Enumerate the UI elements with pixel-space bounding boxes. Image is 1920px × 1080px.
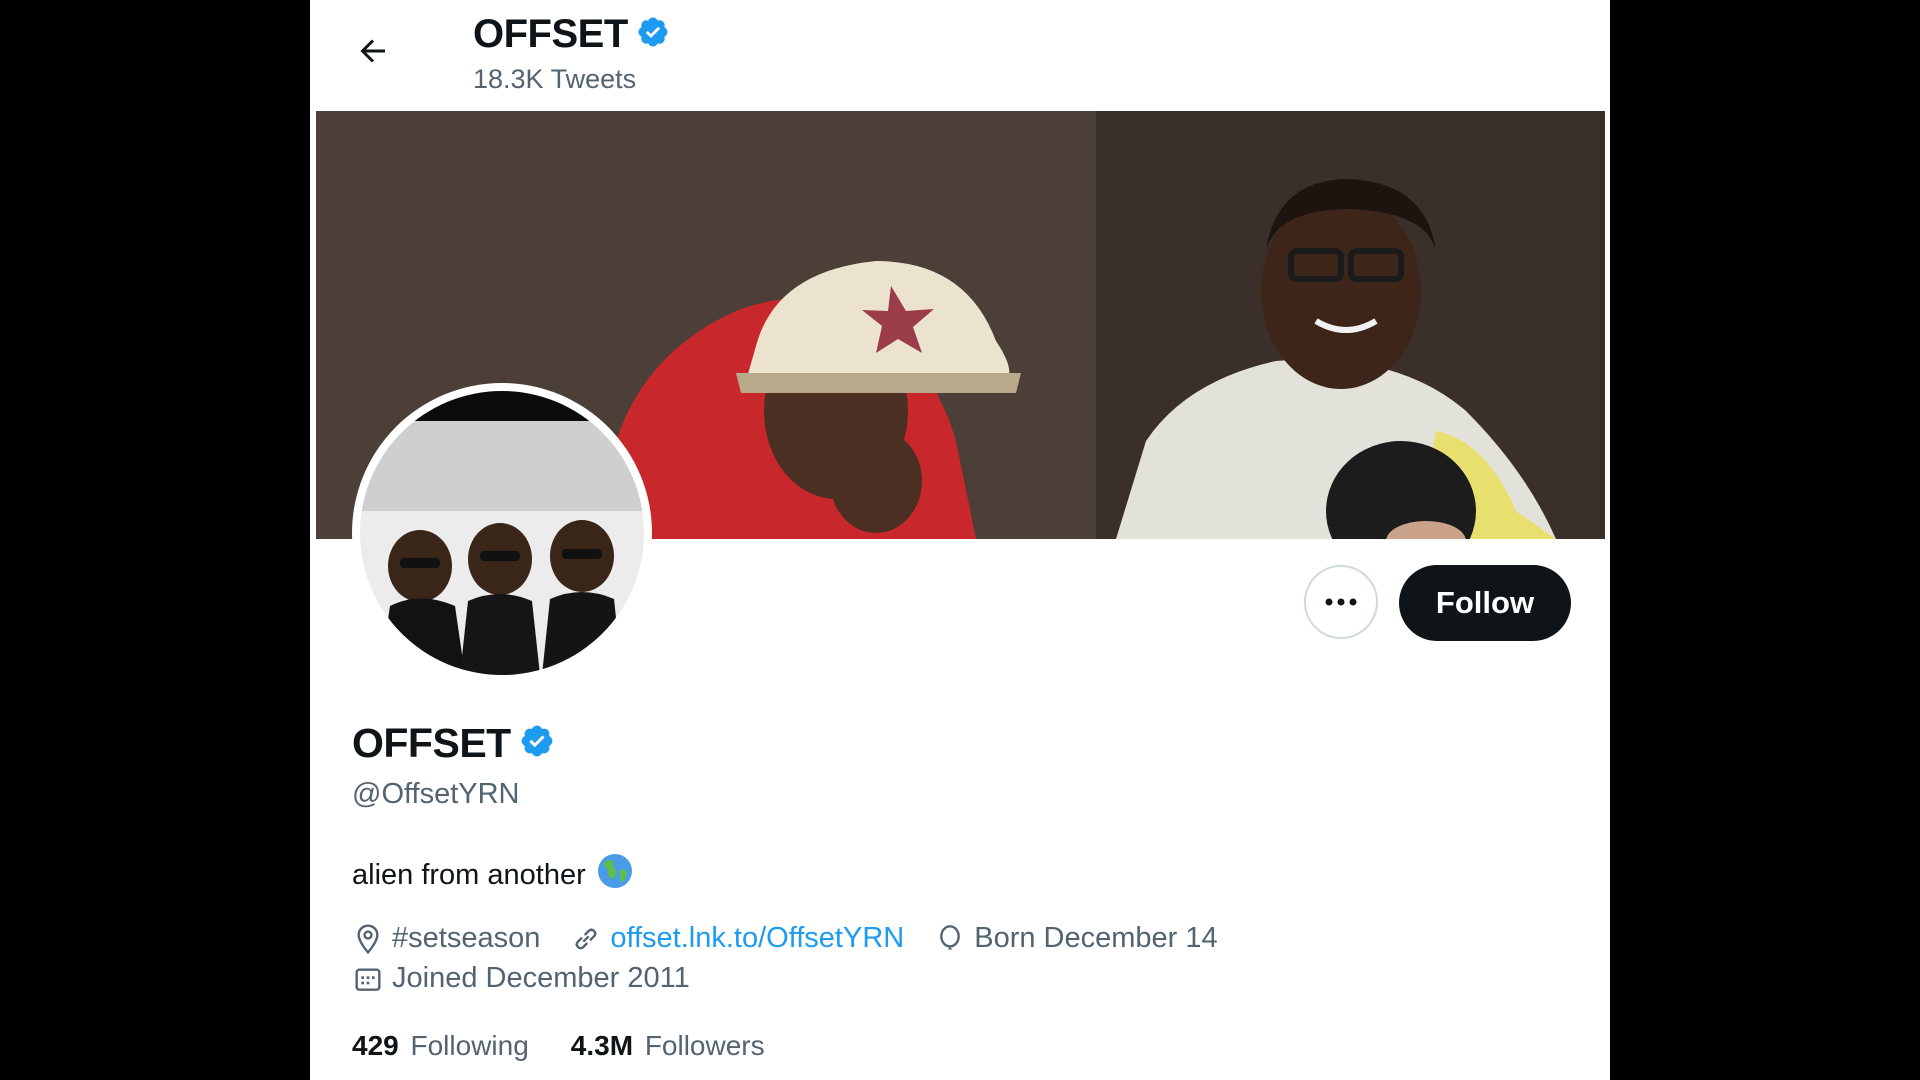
following-label: Following — [410, 1030, 529, 1061]
location-text: #setseason — [392, 922, 541, 954]
follow-stats: 429 Following 4.3M Followers — [352, 1030, 807, 1062]
more-horizontal-icon — [1325, 598, 1357, 606]
bio: alien from another — [352, 852, 634, 898]
profile-joined-row: Joined December 2011 — [352, 962, 720, 995]
verified-badge-icon — [519, 723, 555, 764]
user-handle: @OffsetYRN — [352, 778, 520, 810]
follow-button[interactable]: Follow — [1399, 565, 1571, 641]
header-name: OFFSET — [473, 12, 628, 56]
avatar-photo — [360, 391, 644, 675]
arrow-left-icon — [360, 39, 385, 63]
joined-date: Joined December 2011 — [352, 962, 690, 995]
followers-label: Followers — [644, 1030, 765, 1061]
more-options-button[interactable] — [1304, 565, 1378, 639]
profile-page: OFFSET 18.3K Tweets Follow OFFSET @Offse… — [310, 0, 1610, 1080]
website[interactable]: offset.lnk.to/OffsetYRN — [570, 922, 904, 955]
profile-meta-row: #setseason offset.lnk.to/OffsetYRN Born … — [352, 922, 1248, 955]
followers-stat[interactable]: 4.3M Followers — [571, 1030, 765, 1062]
followers-count: 4.3M — [570, 1030, 634, 1061]
avatar[interactable] — [360, 391, 644, 675]
balloon-icon — [940, 924, 961, 950]
back-button[interactable] — [350, 28, 396, 74]
following-count: 429 — [352, 1030, 399, 1061]
header-title-row: OFFSET — [473, 12, 670, 57]
bio-text: alien from another — [352, 858, 586, 891]
calendar-icon — [355, 967, 381, 991]
header-tweet-count: 18.3K Tweets — [473, 64, 637, 94]
following-stat[interactable]: 429 Following — [352, 1030, 529, 1062]
location: #setseason — [352, 922, 540, 955]
birthday-text: Born December 14 — [974, 922, 1218, 954]
verified-badge-icon — [636, 15, 670, 54]
joined-text: Joined December 2011 — [392, 962, 690, 994]
birthday: Born December 14 — [934, 922, 1218, 955]
location-pin-icon — [357, 923, 379, 954]
display-name-row: OFFSET — [352, 720, 555, 767]
avatar-frame[interactable] — [352, 383, 652, 683]
top-bar: OFFSET 18.3K Tweets — [310, 0, 1610, 108]
link-icon — [575, 927, 597, 950]
website-link[interactable]: offset.lnk.to/OffsetYRN — [610, 922, 904, 955]
globe-americas-icon — [596, 852, 634, 898]
display-name: OFFSET — [352, 720, 511, 766]
